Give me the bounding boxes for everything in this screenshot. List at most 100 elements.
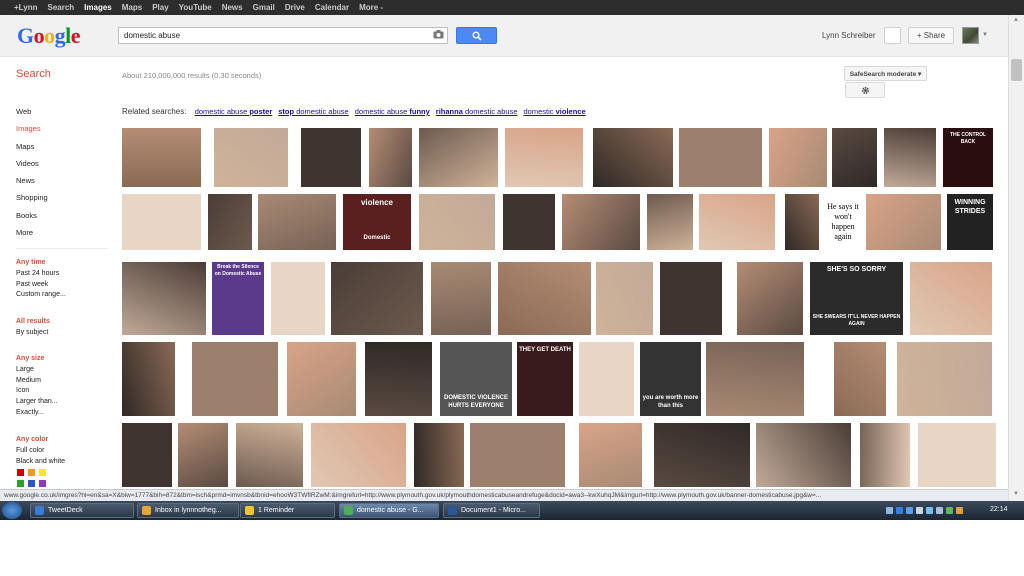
nav-item-videos[interactable]: Videos — [16, 158, 111, 175]
filter-option[interactable]: By subject — [16, 328, 50, 339]
image-result[interactable] — [593, 128, 673, 187]
tray-icon[interactable] — [956, 507, 963, 514]
nav-item-shopping[interactable]: Shopping — [16, 192, 111, 209]
image-result[interactable] — [706, 342, 804, 416]
filter-heading[interactable]: Any size — [16, 354, 58, 365]
image-result[interactable] — [311, 423, 406, 487]
related-search-link[interactable]: rihanna domestic abuse — [436, 107, 518, 116]
image-result[interactable] — [192, 342, 278, 416]
scrollbar[interactable]: ▲ ▼ — [1008, 15, 1024, 502]
image-result[interactable]: THEY GET DEATH — [517, 342, 573, 416]
image-result[interactable]: WINNING STRIDES — [947, 194, 993, 250]
taskbar-task[interactable]: TweetDeck — [30, 503, 134, 518]
image-result[interactable]: Break the Silence on Domestic Abuse — [212, 262, 264, 335]
tray-icon[interactable] — [926, 507, 933, 514]
image-result[interactable] — [860, 423, 910, 487]
filter-option[interactable]: Exactly... — [16, 408, 58, 419]
color-swatch[interactable] — [28, 480, 35, 487]
image-result[interactable]: SHE'S SO SORRY SHE SWEARS IT'LL NEVER HAP… — [810, 262, 903, 335]
topbar-link[interactable]: Search — [47, 3, 74, 12]
image-result[interactable] — [122, 262, 206, 335]
image-result[interactable] — [562, 194, 640, 250]
image-result[interactable] — [369, 128, 412, 187]
filter-option[interactable]: Larger than... — [16, 397, 58, 408]
image-result[interactable] — [654, 423, 750, 487]
filter-option[interactable]: Past 24 hours — [16, 269, 66, 280]
taskbar-task[interactable]: domestic abuse - G... — [339, 503, 439, 518]
image-result[interactable] — [122, 128, 201, 187]
image-result[interactable] — [122, 342, 175, 416]
filter-option[interactable]: Full color — [16, 446, 65, 457]
avatar[interactable] — [962, 27, 979, 44]
share-button[interactable]: + Share — [908, 27, 954, 44]
image-result[interactable] — [365, 342, 432, 416]
filter-option[interactable]: Medium — [16, 376, 58, 387]
image-result[interactable] — [505, 128, 583, 187]
image-result[interactable] — [579, 423, 642, 487]
nav-item-maps[interactable]: Maps — [16, 141, 111, 158]
nav-item-images[interactable]: Images — [16, 123, 111, 140]
image-result[interactable]: DOMESTIC VIOLENCE HURTS EVERYONE — [440, 342, 512, 416]
battery-icon[interactable] — [946, 507, 953, 514]
related-search-link[interactable]: domestic violence — [524, 107, 586, 116]
image-result[interactable] — [470, 423, 565, 487]
taskbar-task[interactable]: Inbox in lynnnotheg... — [137, 503, 239, 518]
image-result[interactable] — [884, 128, 936, 187]
bluetooth-icon[interactable] — [896, 507, 903, 514]
color-swatch[interactable] — [39, 480, 46, 487]
filter-option[interactable]: Icon — [16, 386, 58, 397]
image-result[interactable] — [271, 262, 325, 335]
image-result[interactable] — [699, 194, 775, 250]
image-result[interactable] — [301, 128, 361, 187]
image-result[interactable] — [419, 194, 495, 250]
nav-item-books[interactable]: Books — [16, 210, 111, 227]
filter-option[interactable]: Custom range... — [16, 290, 66, 301]
nav-item-more[interactable]: More — [16, 227, 111, 244]
image-result[interactable] — [866, 194, 941, 250]
image-result[interactable]: THE CONTROL BACK — [943, 128, 993, 187]
scroll-down-arrow-icon[interactable]: ▼ — [1013, 491, 1019, 497]
filter-option[interactable]: Large — [16, 365, 58, 376]
topbar-link[interactable]: Maps — [122, 3, 142, 12]
image-result[interactable] — [756, 423, 851, 487]
notifications-button[interactable] — [884, 27, 901, 44]
tray-icon[interactable] — [886, 507, 893, 514]
image-result[interactable] — [579, 342, 634, 416]
image-result[interactable] — [208, 194, 252, 250]
image-result[interactable] — [178, 423, 228, 487]
image-result[interactable] — [122, 423, 172, 487]
taskbar-task[interactable]: Document1 - Micro... — [443, 503, 540, 518]
image-result[interactable] — [503, 194, 555, 250]
image-result[interactable] — [737, 262, 803, 335]
clock[interactable]: 22:14 — [990, 506, 1008, 513]
image-result[interactable] — [834, 342, 886, 416]
image-result[interactable] — [419, 128, 498, 187]
filter-heading[interactable]: Any time — [16, 258, 66, 269]
topbar-link[interactable]: Play — [152, 3, 168, 12]
search-input[interactable]: domestic abuse — [118, 27, 448, 44]
topbar-link[interactable]: Calendar — [315, 3, 349, 12]
google-logo[interactable]: Google — [17, 23, 81, 49]
camera-icon[interactable] — [433, 30, 444, 39]
windows-start-button[interactable] — [2, 502, 22, 519]
image-result[interactable] — [498, 262, 591, 335]
image-result[interactable] — [769, 128, 827, 187]
image-result[interactable] — [897, 342, 992, 416]
topbar-link[interactable]: News — [222, 3, 243, 12]
color-swatch[interactable] — [39, 469, 46, 476]
color-swatch[interactable] — [17, 480, 24, 487]
image-result[interactable] — [647, 194, 693, 250]
image-result[interactable] — [660, 262, 722, 335]
filter-option[interactable]: Past week — [16, 280, 66, 291]
image-result[interactable] — [236, 423, 303, 487]
image-result[interactable] — [214, 128, 288, 187]
image-result[interactable] — [785, 194, 819, 250]
image-result[interactable] — [918, 423, 996, 487]
image-result[interactable] — [258, 194, 336, 250]
image-result[interactable]: violence Domestic — [343, 194, 411, 250]
topbar-link[interactable]: More - — [359, 3, 383, 12]
image-result[interactable] — [287, 342, 356, 416]
network-icon[interactable] — [916, 507, 923, 514]
image-result[interactable] — [414, 423, 464, 487]
safesearch-dropdown[interactable]: SafeSearch moderate ▾ — [844, 66, 927, 81]
